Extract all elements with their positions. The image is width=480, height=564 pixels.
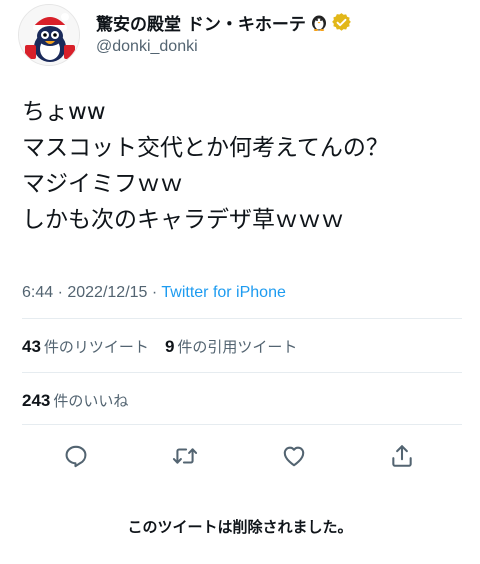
meta-separator: · bbox=[147, 284, 162, 301]
divider bbox=[22, 424, 462, 425]
retweet-button[interactable] bbox=[167, 438, 203, 474]
retweets-label[interactable]: 件のリツイート bbox=[44, 336, 149, 357]
account-handle[interactable]: @donki_donki bbox=[96, 38, 351, 56]
quotes-count[interactable]: 9 bbox=[165, 337, 174, 357]
reply-button[interactable] bbox=[58, 438, 94, 474]
share-icon bbox=[392, 445, 412, 467]
tweet-header: 驚安の殿堂 ドン・キホーテ @donki_donki bbox=[18, 4, 462, 68]
heart-icon bbox=[283, 446, 305, 467]
tweet-line: しかも次のキャラデザ草ｗｗｗ bbox=[22, 207, 344, 233]
avatar[interactable] bbox=[18, 4, 80, 66]
retweets-count[interactable]: 43 bbox=[22, 337, 41, 357]
tweet-line: マジイミフｗｗ bbox=[22, 171, 183, 197]
reply-icon bbox=[65, 445, 87, 468]
tweet-actions bbox=[22, 438, 462, 474]
account-names: 驚安の殿堂 ドン・キホーテ @donki_donki bbox=[96, 10, 351, 56]
tweet-meta: 6:44 · 2022/12/15 · Twitter for iPhone bbox=[22, 284, 286, 302]
verified-badge-icon bbox=[332, 12, 351, 31]
tweet-source-link[interactable]: Twitter for iPhone bbox=[161, 284, 286, 301]
share-button[interactable] bbox=[384, 438, 420, 474]
mascot-avatar-icon bbox=[19, 5, 79, 65]
quotes-label[interactable]: 件の引用ツイート bbox=[177, 336, 297, 357]
retweet-stats: 43 件のリツイート 9 件の引用ツイート bbox=[22, 336, 297, 357]
divider bbox=[22, 318, 462, 319]
likes-label[interactable]: 件のいいね bbox=[53, 390, 128, 411]
penguin-icon bbox=[311, 15, 326, 31]
tweet-text: ちょww マスコット交代とか何考えてんの？ マジイミフｗｗ しかも次のキャラデザ… bbox=[22, 94, 462, 238]
likes-count[interactable]: 243 bbox=[22, 391, 50, 411]
meta-separator: · bbox=[53, 284, 68, 301]
display-name-row: 驚安の殿堂 ドン・キホーテ bbox=[96, 10, 351, 35]
divider bbox=[22, 372, 462, 373]
display-name[interactable]: 驚安の殿堂 ドン・キホーテ bbox=[96, 10, 306, 35]
tweet-time[interactable]: 6:44 bbox=[22, 284, 53, 301]
like-stats: 243 件のいいね bbox=[22, 390, 128, 411]
like-button[interactable] bbox=[276, 438, 312, 474]
deleted-notice: このツイートは削除されました。 bbox=[127, 518, 353, 536]
tweet-line: マスコット交代とか何考えてんの？ bbox=[22, 135, 389, 161]
tweet-line: ちょww bbox=[22, 99, 106, 125]
tweet-date[interactable]: 2022/12/15 bbox=[67, 284, 147, 301]
retweet-icon bbox=[172, 448, 198, 464]
